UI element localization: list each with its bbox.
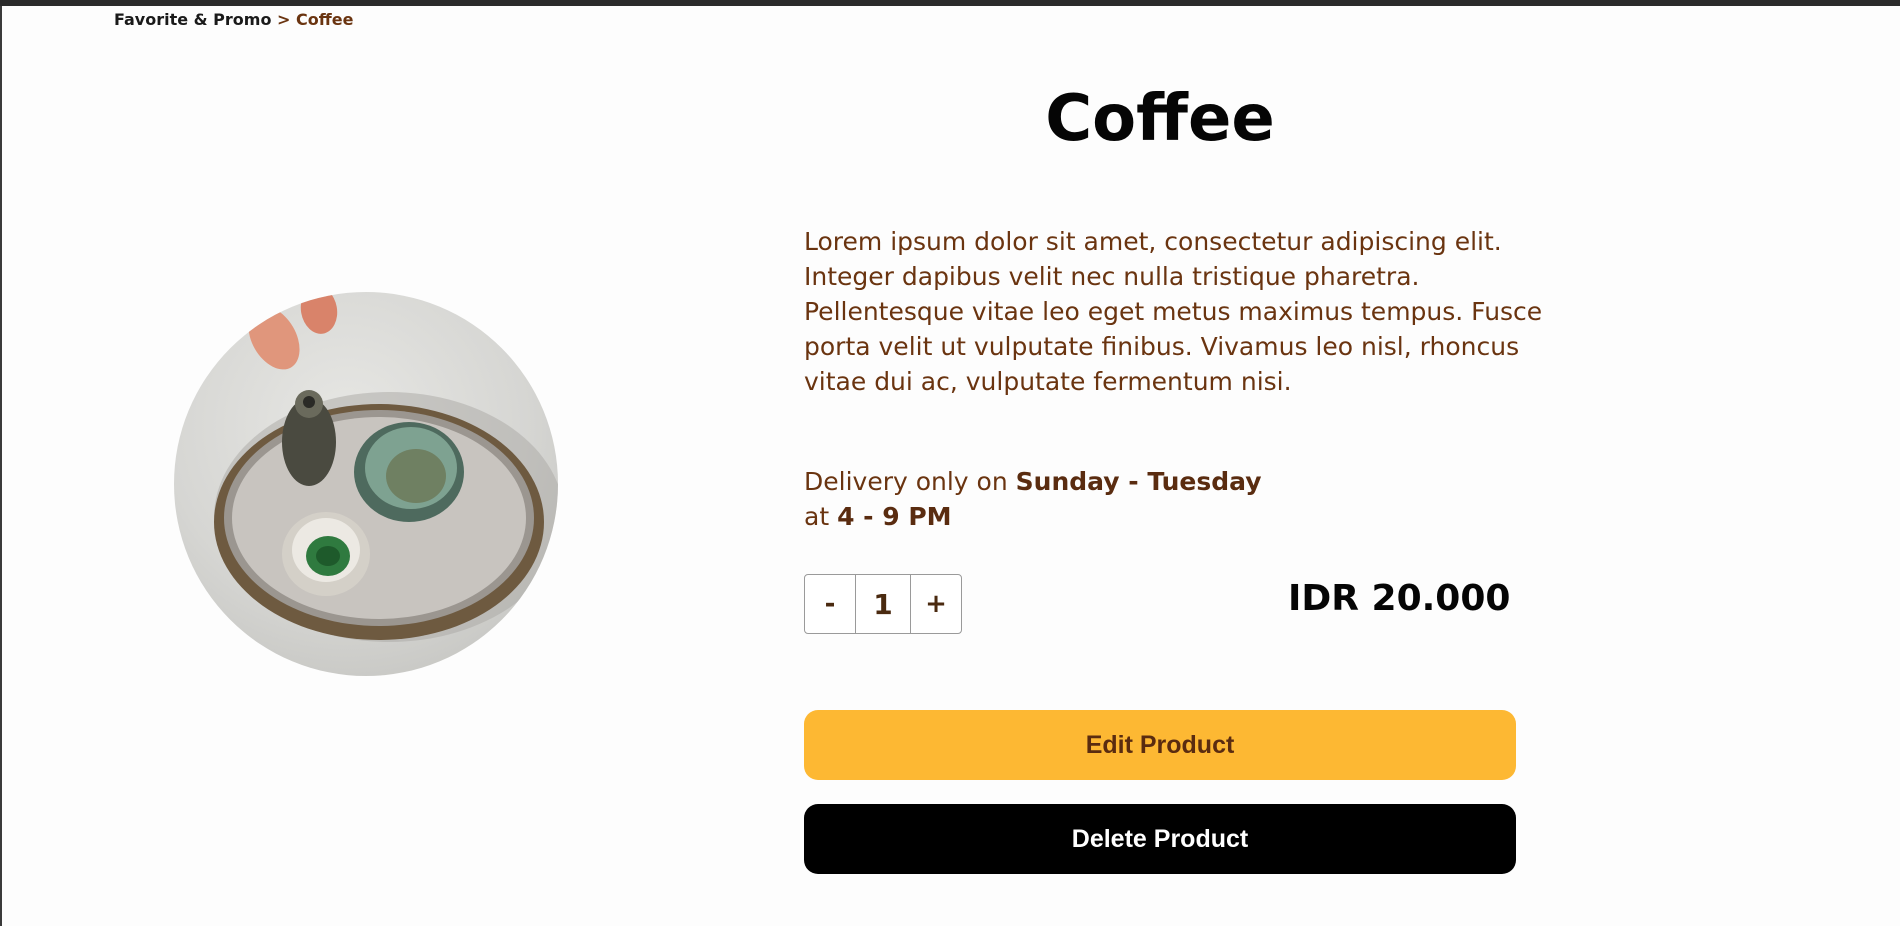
- product-image: [174, 292, 558, 676]
- breadcrumb-parent-link[interactable]: Favorite & Promo: [114, 10, 271, 29]
- product-title: Coffee: [1045, 82, 1275, 156]
- edit-product-button[interactable]: Edit Product: [804, 710, 1516, 780]
- delivery-days: Sunday - Tuesday: [1015, 467, 1262, 496]
- quantity-stepper: - 1 +: [804, 574, 962, 634]
- breadcrumb-separator: >: [277, 10, 291, 29]
- quantity-increment-button[interactable]: +: [911, 575, 961, 633]
- delivery-prefix: Delivery only on: [804, 467, 1008, 496]
- delivery-time: 4 - 9 PM: [837, 502, 952, 531]
- product-price: IDR 20.000: [1288, 578, 1511, 619]
- window-top-bar: [0, 0, 1900, 6]
- product-description: Lorem ipsum dolor sit amet, consectetur …: [804, 227, 1543, 396]
- quantity-value[interactable]: 1: [855, 575, 911, 633]
- delivery-at-label: at: [804, 502, 830, 531]
- breadcrumb-current: Coffee: [296, 10, 354, 29]
- ceramic-cups-photo-icon: [214, 292, 558, 642]
- delivery-days-line: Delivery only on Sunday - Tuesday: [804, 464, 1544, 499]
- quantity-decrement-button[interactable]: -: [805, 575, 855, 633]
- delivery-time-line: at 4 - 9 PM: [804, 499, 1544, 534]
- window-left-border: [0, 6, 2, 926]
- delete-product-button[interactable]: Delete Product: [804, 804, 1516, 874]
- breadcrumb: Favorite & Promo > Coffee: [114, 10, 353, 29]
- delivery-info: Delivery only on Sunday - Tuesday at 4 -…: [804, 464, 1544, 534]
